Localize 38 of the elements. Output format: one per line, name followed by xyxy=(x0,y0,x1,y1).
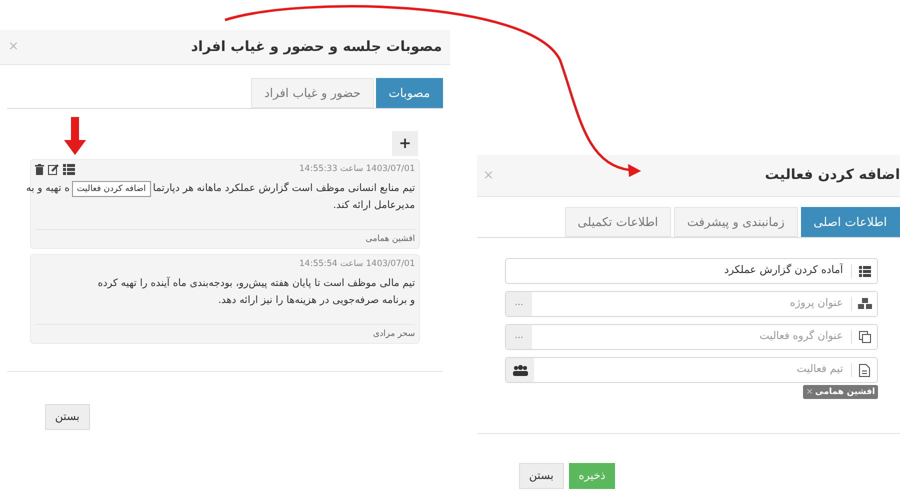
note-text: تیم مالی موظف است تا پایان هفته پیش‌رو، بودجه‌بندی ماه آینده را تهیه کرده و برنامه صرفه‌جویی در هزینه‌ها را نیز ارائه دهد. xyxy=(96,276,415,308)
document-icon xyxy=(859,364,870,376)
timestamp: 1403/07/01 ساعت 14:55:33 xyxy=(299,163,415,176)
tag-label: افشین همامی xyxy=(815,386,875,398)
close-button[interactable]: بستن xyxy=(45,404,90,430)
save-button[interactable]: ذخیره xyxy=(568,463,616,489)
input-field[interactable]: عنوان پروژه xyxy=(532,292,851,316)
list-icon xyxy=(858,266,870,276)
note-text: تیم منابع انسانی موظف است گزارش عملکرد ماهانه هر دپارتما xyxy=(152,181,415,196)
note-text: مدیرعامل ارائه کند. xyxy=(332,199,415,213)
cubes-icon xyxy=(858,298,872,310)
tab[interactable]: حضور و غیاب افراد xyxy=(251,78,374,108)
down-arrow xyxy=(64,117,86,155)
delete-icon[interactable] xyxy=(35,164,44,175)
tab[interactable]: زمانبندی و پیشرفت xyxy=(674,207,798,237)
input-group[interactable]: تیم فعالیت xyxy=(505,357,878,383)
copy-icon xyxy=(858,331,870,343)
close-button[interactable]: بستن xyxy=(519,463,564,489)
author-name: افشین همامی xyxy=(366,232,415,246)
people-button[interactable] xyxy=(506,358,534,382)
tab[interactable]: مصوبات xyxy=(376,78,443,108)
note-text: ه تهیه و به xyxy=(26,182,70,196)
timestamp: 1403/07/01 ساعت 14:55:54 xyxy=(299,258,415,271)
input-group[interactable]: عنوان پروژه ... xyxy=(505,291,878,317)
dialog-title: مصوبات جلسه و حضور و غیاب افراد xyxy=(191,38,442,56)
tab[interactable]: اطلاعات تکمیلی xyxy=(564,207,672,237)
browse-button[interactable]: ... xyxy=(506,292,532,316)
remove-tag-button[interactable]: × xyxy=(806,386,814,398)
input-field[interactable]: تیم فعالیت xyxy=(534,358,851,382)
edit-icon[interactable] xyxy=(48,164,59,175)
tab[interactable]: اطلاعات اصلی xyxy=(800,207,900,237)
dialog-title: اضافه کردن فعالیت xyxy=(764,166,900,185)
people-icon xyxy=(512,364,528,376)
tooltip: اضافه کردن فعالیت xyxy=(72,180,151,196)
add-activity-icon[interactable] xyxy=(63,164,75,175)
author-name: سحر مرادی xyxy=(372,328,415,340)
add-button[interactable]: + xyxy=(392,131,418,156)
browse-button[interactable]: ... xyxy=(506,325,532,349)
